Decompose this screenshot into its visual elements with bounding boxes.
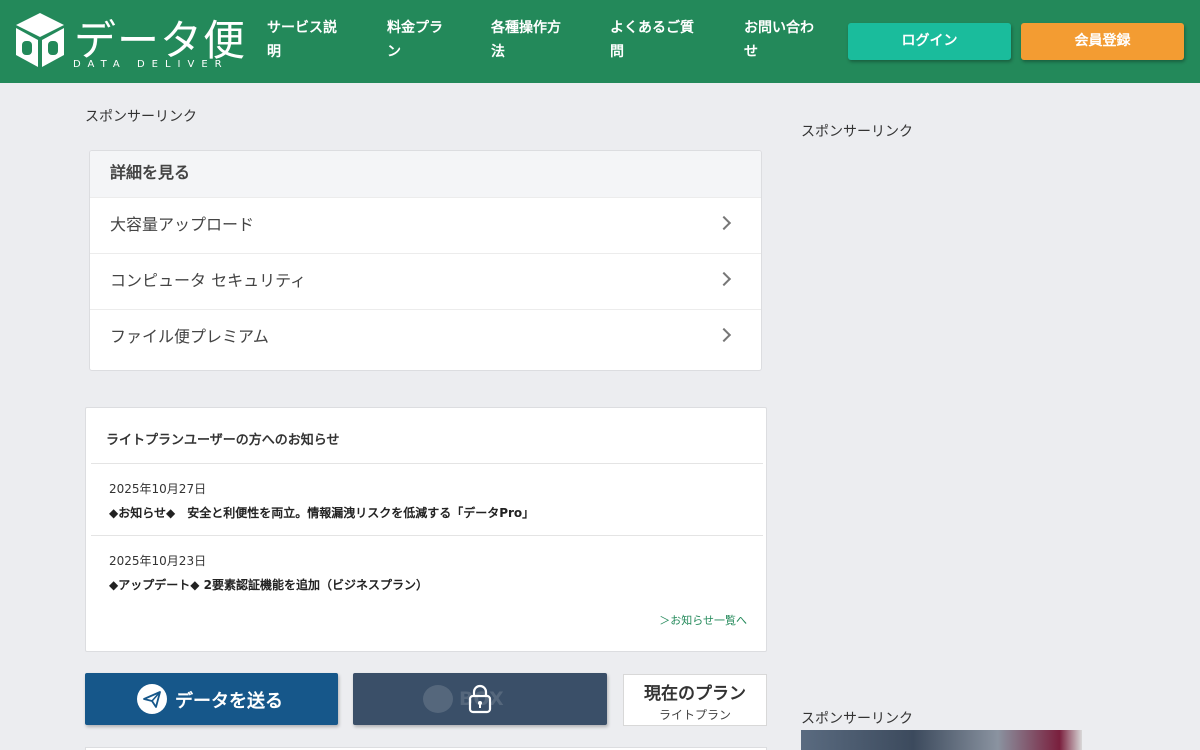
- details-item-label: コンピュータ セキュリティ: [110, 271, 307, 290]
- details-item-label: 大容量アップロード: [110, 215, 255, 234]
- news-item[interactable]: 2025年10月27日 ◆お知らせ◆ 安全と利便性を両立。情報漏洩リスクを低減す…: [109, 480, 749, 521]
- notice-list-link[interactable]: ＞お知らせ一覧へ: [659, 612, 747, 628]
- divider: [91, 463, 763, 464]
- ad-banner[interactable]: [801, 730, 1082, 750]
- nav-pricing[interactable]: 料金プラ ン: [387, 16, 443, 64]
- news-text: ◆お知らせ◆ 安全と利便性を両立。情報漏洩リスクを低減する「データPro」: [109, 506, 535, 520]
- details-item-premium[interactable]: ファイル便プレミアム: [90, 309, 761, 365]
- news-date: 2025年10月23日: [109, 554, 207, 568]
- nav-howto[interactable]: 各種操作方 法: [491, 16, 561, 64]
- send-icon-circle: [137, 684, 167, 714]
- sponsor-label-side-bottom: スポンサーリンク: [801, 711, 913, 727]
- login-button[interactable]: ログイン: [848, 23, 1011, 60]
- paper-plane-icon: [143, 691, 161, 708]
- notice-panel: ライトプランユーザーの方へのお知らせ 2025年10月27日 ◆お知らせ◆ 安全…: [85, 407, 767, 652]
- chevron-right-icon: [716, 215, 732, 231]
- nav-faq[interactable]: よくあるご質 問: [610, 16, 694, 64]
- news-date: 2025年10月27日: [109, 482, 207, 496]
- details-panel: 詳細を見る 大容量アップロード コンピュータ セキュリティ ファイル便プレミアム: [89, 150, 762, 371]
- nav-service[interactable]: サービス説 明: [267, 16, 337, 64]
- site-logo[interactable]: データ便 DATA DELIVER: [14, 11, 245, 73]
- notice-title: ライトプランユーザーの方へのお知らせ: [106, 433, 340, 448]
- news-item[interactable]: 2025年10月23日 ◆アップデート◆ 2要素認証機能を追加（ビジネスプラン）: [109, 552, 749, 593]
- sponsor-label-main: スポンサーリンク: [85, 109, 197, 125]
- databox-button[interactable]: BOX: [353, 673, 607, 725]
- current-plan-title: 現在のプラン: [644, 684, 746, 704]
- details-item-label: ファイル便プレミアム: [110, 327, 269, 346]
- logo-cube-icon: [16, 13, 64, 67]
- logo-subtitle: DATA DELIVER: [73, 59, 229, 70]
- site-header: データ便 DATA DELIVER サービス説 明 料金プラ ン 各種操作方 法…: [0, 0, 1200, 83]
- current-plan-name: ライトプラン: [658, 708, 731, 722]
- details-item-security[interactable]: コンピュータ セキュリティ: [90, 253, 761, 309]
- details-item-upload[interactable]: 大容量アップロード: [90, 197, 761, 253]
- chevron-right-icon: [716, 271, 732, 287]
- lock-icon: [468, 684, 492, 714]
- sponsor-label-side-top: スポンサーリンク: [801, 124, 913, 140]
- chevron-right-icon: [716, 327, 732, 343]
- current-plan-box: 現在のプラン ライトプラン: [623, 674, 767, 726]
- news-text: ◆アップデート◆ 2要素認証機能を追加（ビジネスプラン）: [109, 578, 428, 592]
- details-heading: 詳細を見る: [90, 151, 761, 197]
- nav-contact[interactable]: お問い合わ せ: [744, 16, 814, 64]
- send-data-button[interactable]: データを送る: [85, 673, 338, 725]
- register-button[interactable]: 会員登録: [1021, 23, 1184, 60]
- divider: [91, 535, 763, 536]
- box-icon: [423, 685, 453, 713]
- send-data-label: データを送る: [175, 691, 283, 712]
